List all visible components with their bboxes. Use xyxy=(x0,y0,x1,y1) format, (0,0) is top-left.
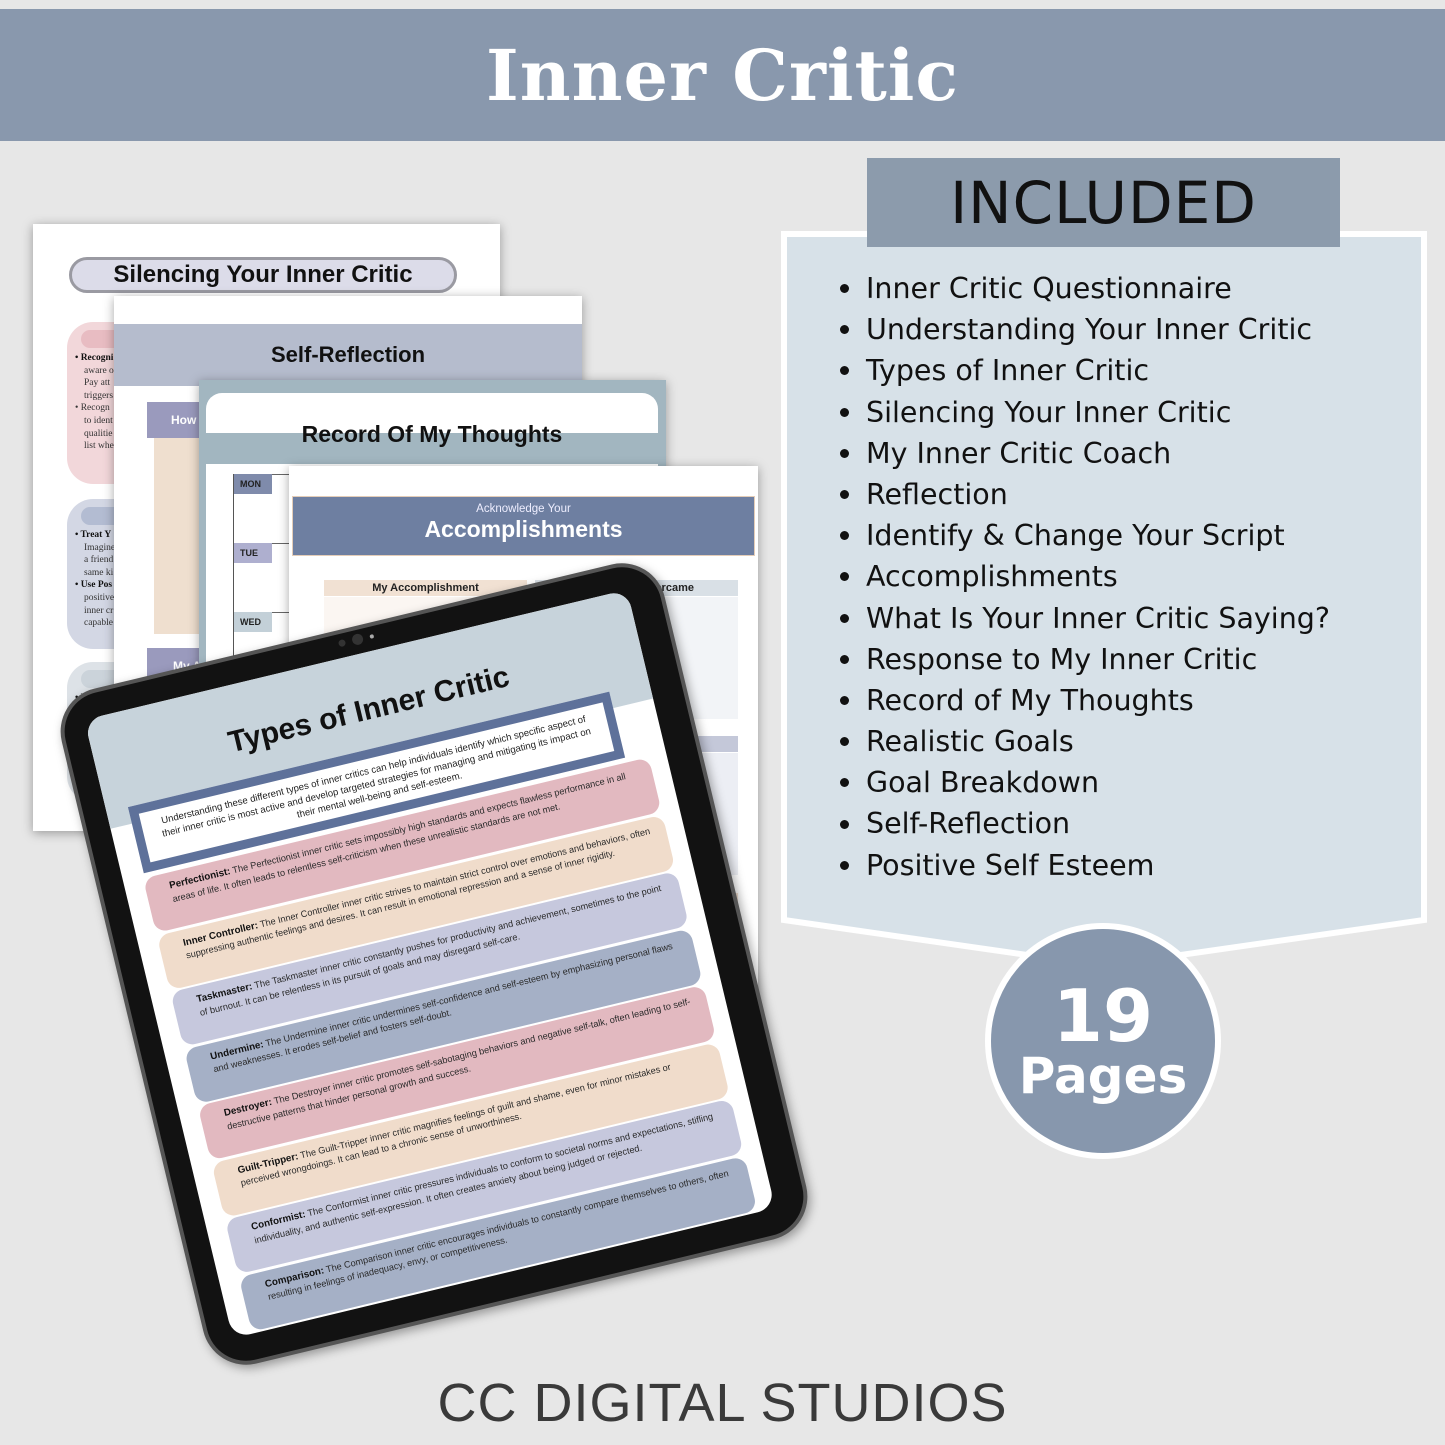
included-label: INCLUDED xyxy=(950,168,1257,237)
included-item-label: Response to My Inner Critic xyxy=(866,642,1258,676)
record-title: Record Of My Thoughts xyxy=(301,420,563,447)
page-title: Inner Critic xyxy=(485,33,960,117)
box-text: • Treat Y Imagine a friend same ki • Use… xyxy=(75,530,116,629)
included-item: Understanding Your Inner Critic xyxy=(838,309,1330,350)
bullet-icon xyxy=(840,531,849,541)
included-item: Positive Self Esteem xyxy=(838,845,1330,886)
day-label: MON xyxy=(234,474,272,494)
silencing-title: Silencing Your Inner Critic xyxy=(69,257,457,293)
included-item-label: Silencing Your Inner Critic xyxy=(866,395,1232,429)
included-header: INCLUDED xyxy=(867,158,1340,247)
included-item: My Inner Critic Coach xyxy=(838,433,1330,474)
included-item-label: Record of My Thoughts xyxy=(866,683,1194,717)
included-item-label: Types of Inner Critic xyxy=(866,354,1150,388)
included-item: Reflection xyxy=(838,474,1330,515)
included-list: Inner Critic Questionnaire Understanding … xyxy=(838,268,1330,886)
included-item-label: Reflection xyxy=(866,477,1008,511)
included-item: Goal Breakdown xyxy=(838,762,1330,803)
included-item-label: Identify & Change Your Script xyxy=(866,519,1285,553)
included-item: Accomplishments xyxy=(838,556,1330,597)
included-item: Realistic Goals xyxy=(838,721,1330,762)
accomplishments-subtitle: Acknowledge Your xyxy=(476,503,571,515)
bullet-icon xyxy=(840,407,849,417)
day-label: WED xyxy=(234,612,272,632)
bullet-icon xyxy=(840,860,849,870)
bullet-icon xyxy=(840,695,849,705)
bullet-icon xyxy=(840,737,849,747)
header-banner: Inner Critic xyxy=(0,9,1445,141)
included-item: Types of Inner Critic xyxy=(838,350,1330,391)
included-item-label: Understanding Your Inner Critic xyxy=(866,313,1313,347)
self-reflection-title: Self-Reflection xyxy=(114,324,582,386)
bullet-icon xyxy=(840,448,849,458)
bullet-icon xyxy=(840,613,849,623)
accomplishments-title: Accomplishments xyxy=(424,516,623,542)
bullet-icon xyxy=(840,778,849,788)
included-item-label: Realistic Goals xyxy=(866,725,1074,759)
included-item: Record of My Thoughts xyxy=(838,680,1330,721)
included-item: Self-Reflection xyxy=(838,803,1330,844)
box-text: • Recogni aware o Pay att triggers • Rec… xyxy=(75,353,114,452)
bullet-icon xyxy=(840,366,849,376)
included-item: Response to My Inner Critic xyxy=(838,639,1330,680)
bullet-icon xyxy=(840,490,849,500)
included-item-label: Goal Breakdown xyxy=(866,766,1100,800)
bullet-icon xyxy=(840,284,849,294)
bullet-icon xyxy=(840,819,849,829)
included-item-label: Positive Self Esteem xyxy=(866,848,1155,882)
included-item-label: What Is Your Inner Critic Saying? xyxy=(866,601,1330,635)
included-item-label: Accomplishments xyxy=(866,560,1118,594)
included-item: Inner Critic Questionnaire xyxy=(838,268,1330,309)
included-item-label: Self-Reflection xyxy=(866,807,1071,841)
brand-name: CC DIGITAL STUDIOS xyxy=(437,1373,1008,1433)
page-count-unit: Pages xyxy=(1018,1047,1188,1105)
bullet-icon xyxy=(840,572,849,582)
accomplishments-banner: Acknowledge Your Accomplishments xyxy=(292,496,755,556)
bullet-icon xyxy=(840,325,849,335)
included-item: Identify & Change Your Script xyxy=(838,515,1330,556)
page-count: 19 xyxy=(1052,974,1154,1058)
included-item-label: Inner Critic Questionnaire xyxy=(866,272,1232,305)
included-item: Silencing Your Inner Critic xyxy=(838,392,1330,433)
page-count-badge: 19 Pages xyxy=(985,923,1221,1159)
included-item: What Is Your Inner Critic Saying? xyxy=(838,598,1330,639)
day-label: TUE xyxy=(234,543,272,563)
included-item-label: My Inner Critic Coach xyxy=(866,436,1172,470)
bullet-icon xyxy=(840,654,849,664)
